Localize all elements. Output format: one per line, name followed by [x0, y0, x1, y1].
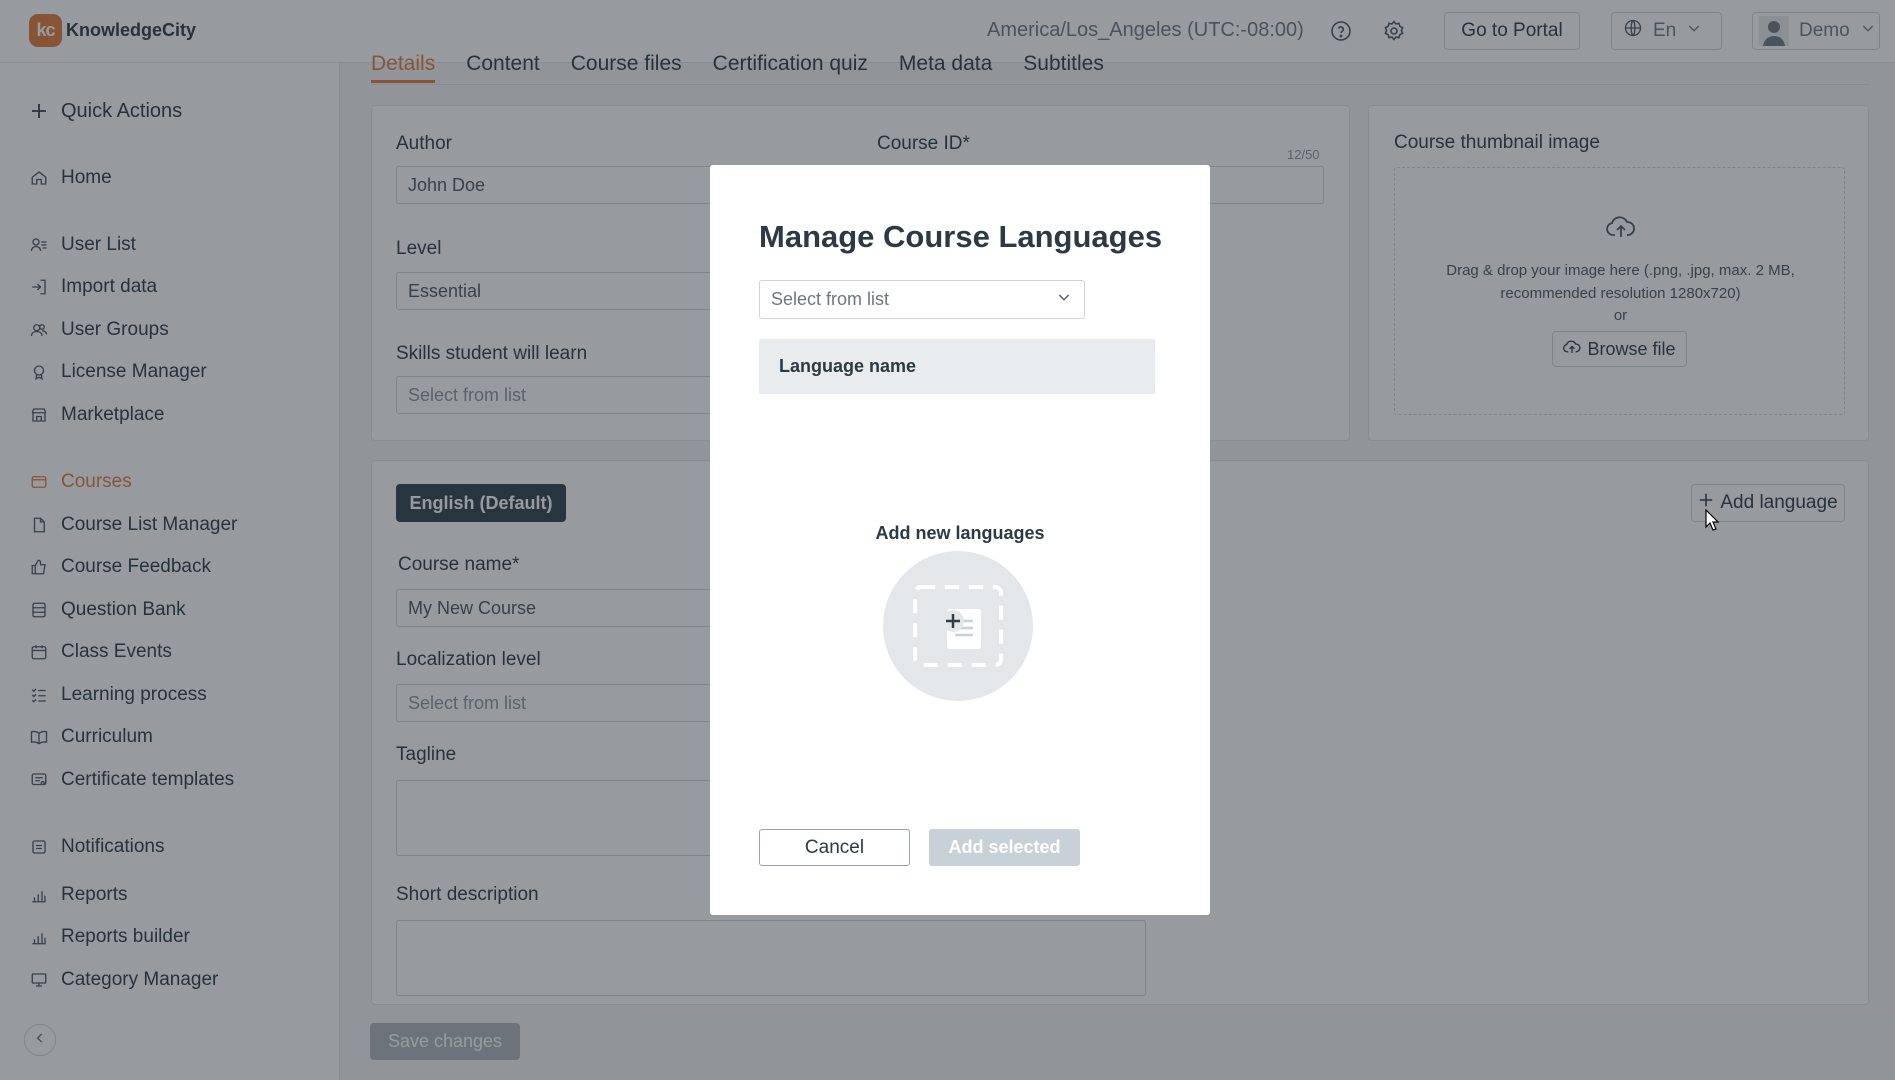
modal-title: Manage Course Languages — [759, 219, 1163, 254]
cancel-button[interactable]: Cancel — [759, 829, 910, 866]
language-select-placeholder: Select from list — [771, 289, 890, 309]
add-document-illustration-icon — [883, 551, 1033, 701]
empty-state-label: Add new languages — [875, 523, 1045, 543]
mouse-cursor-icon — [1705, 508, 1720, 536]
chevron-down-icon — [1056, 289, 1072, 310]
add-selected-button[interactable]: Add selected — [929, 829, 1080, 866]
language-table-header: Language name — [759, 339, 1155, 394]
manage-languages-modal: Manage Course Languages Select from list… — [710, 165, 1210, 915]
language-select-dropdown[interactable]: Select from list — [759, 280, 1085, 319]
